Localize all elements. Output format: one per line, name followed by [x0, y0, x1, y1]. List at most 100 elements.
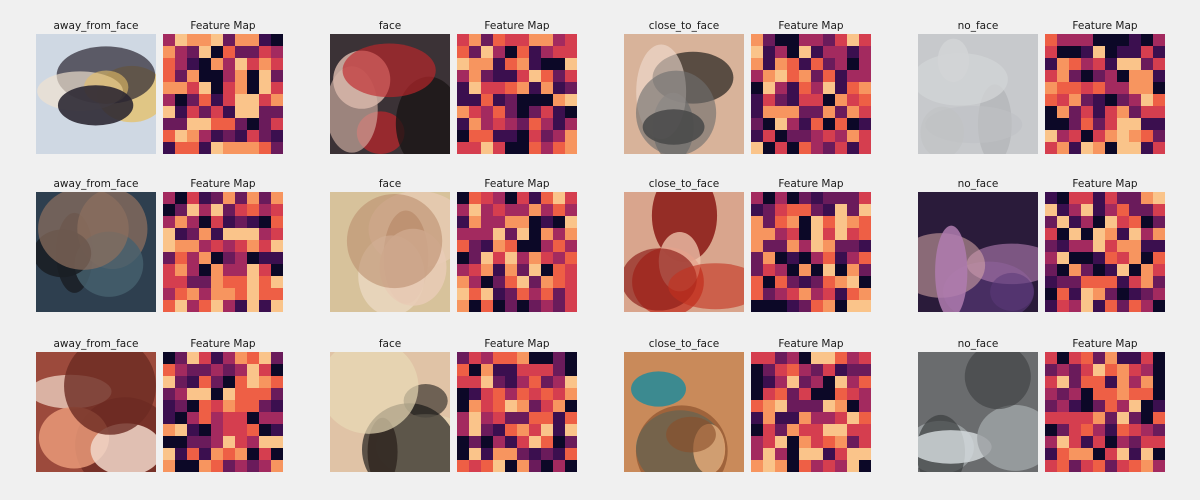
feature-map-cell: [1105, 192, 1118, 205]
feature-map-cell: [1093, 106, 1106, 119]
feature-map-cell: [529, 106, 542, 119]
feature-map-cell: [1129, 300, 1142, 312]
feature-map-cell: [541, 70, 554, 83]
feature-map-cell: [529, 228, 542, 241]
feature-map-cell: [481, 352, 494, 365]
feature-map-r0-c3: [1045, 34, 1165, 154]
feature-map-cell: [235, 352, 248, 365]
feature-map-cell: [247, 460, 260, 472]
feature-map-cell: [787, 70, 800, 83]
feature-map-cell: [529, 400, 542, 413]
feature-map-cell: [775, 364, 788, 377]
feature-map-cell: [787, 276, 800, 289]
feature-map-cell: [235, 130, 248, 143]
feature-map-cell: [493, 252, 506, 265]
feature-map-cell: [1105, 264, 1118, 277]
feature-map-cell: [1093, 276, 1106, 289]
feature-map-cell: [235, 58, 248, 71]
feature-map-cell: [1057, 364, 1070, 377]
feature-map-cell: [1141, 424, 1154, 437]
feature-map-cell: [751, 240, 764, 253]
feature-map-cell: [553, 288, 566, 301]
feature-map-cell: [835, 204, 848, 217]
feature-map-cell: [553, 106, 566, 119]
feature-map-cell: [1141, 240, 1154, 253]
feature-map-cell: [1153, 82, 1165, 95]
feature-map-cell: [835, 106, 848, 119]
feature-map-cell: [763, 216, 776, 229]
feature-map-cell: [175, 58, 188, 71]
feature-map-cell: [763, 240, 776, 253]
feature-map-cell: [859, 376, 871, 389]
feature-map-cell: [1105, 276, 1118, 289]
feature-map-cell: [493, 448, 506, 461]
feature-map-cell: [505, 276, 518, 289]
feature-map-cell: [565, 448, 577, 461]
feature-map-cell: [163, 58, 176, 71]
feature-map-cell: [787, 204, 800, 217]
feature-map-cell: [211, 192, 224, 205]
feature-map-cell: [811, 252, 824, 265]
feature-map-cell: [1105, 352, 1118, 365]
feature-map-cell: [247, 252, 260, 265]
feature-map-cell: [1153, 424, 1165, 437]
feature-map-cell: [1093, 46, 1106, 59]
feature-map-cell: [835, 252, 848, 265]
feature-map-cell: [529, 142, 542, 154]
feature-map-cell: [505, 412, 518, 425]
feature-map-cell: [565, 240, 577, 253]
feature-map-cell: [1069, 192, 1082, 205]
feature-map-cell: [211, 106, 224, 119]
feature-map-cell: [1093, 264, 1106, 277]
feature-map-cell: [1081, 448, 1094, 461]
feature-map-cell: [175, 204, 188, 217]
feature-map-cell: [175, 364, 188, 377]
feature-map-cell: [787, 94, 800, 107]
feature-map-cell: [271, 204, 283, 217]
feature-map-cell: [1129, 142, 1142, 154]
feature-map-cell: [223, 204, 236, 217]
feature-map-cell: [259, 70, 272, 83]
feature-map-cell: [469, 424, 482, 437]
feature-map-cell: [847, 264, 860, 277]
feature-map-cell: [163, 264, 176, 277]
feature-map-cell: [835, 424, 848, 437]
feature-map-cell: [811, 288, 824, 301]
feature-map-cell: [763, 204, 776, 217]
feature-map-cell: [775, 70, 788, 83]
feature-map-cell: [1129, 364, 1142, 377]
feature-map-cell: [1129, 130, 1142, 143]
feature-map-cell: [1081, 364, 1094, 377]
feature-map-cell: [811, 460, 824, 472]
feature-map-cell: [187, 352, 200, 365]
feature-map-cell: [211, 448, 224, 461]
feature-map-r0-c0: [163, 34, 283, 154]
feature-map-cell: [823, 424, 836, 437]
feature-map-cell: [541, 130, 554, 143]
feature-map-cell: [1069, 130, 1082, 143]
feature-map-cell: [517, 436, 530, 449]
feature-map-cell: [529, 34, 542, 47]
feature-map-cell: [211, 388, 224, 401]
feature-map-cell: [1069, 70, 1082, 83]
feature-map-cell: [505, 106, 518, 119]
feature-map-cell: [823, 364, 836, 377]
feature-map-cell: [505, 388, 518, 401]
feature-map-cell: [505, 204, 518, 217]
feature-map-cell: [199, 276, 212, 289]
feature-map-cell: [529, 240, 542, 253]
feature-map-cell: [1045, 252, 1058, 265]
feature-map-cell: [847, 388, 860, 401]
feature-map-cell: [799, 276, 812, 289]
feature-map-cell: [529, 364, 542, 377]
feature-map-cell: [751, 300, 764, 312]
feature-map-title: Feature Map: [190, 178, 256, 190]
feature-map-cell: [1117, 118, 1130, 131]
feature-map-cell: [775, 300, 788, 312]
feature-map-cell: [1141, 388, 1154, 401]
feature-map-cell: [775, 118, 788, 131]
feature-map-cell: [481, 34, 494, 47]
feature-map-cell: [187, 204, 200, 217]
feature-map-cell: [799, 94, 812, 107]
feature-map-cell: [1069, 94, 1082, 107]
